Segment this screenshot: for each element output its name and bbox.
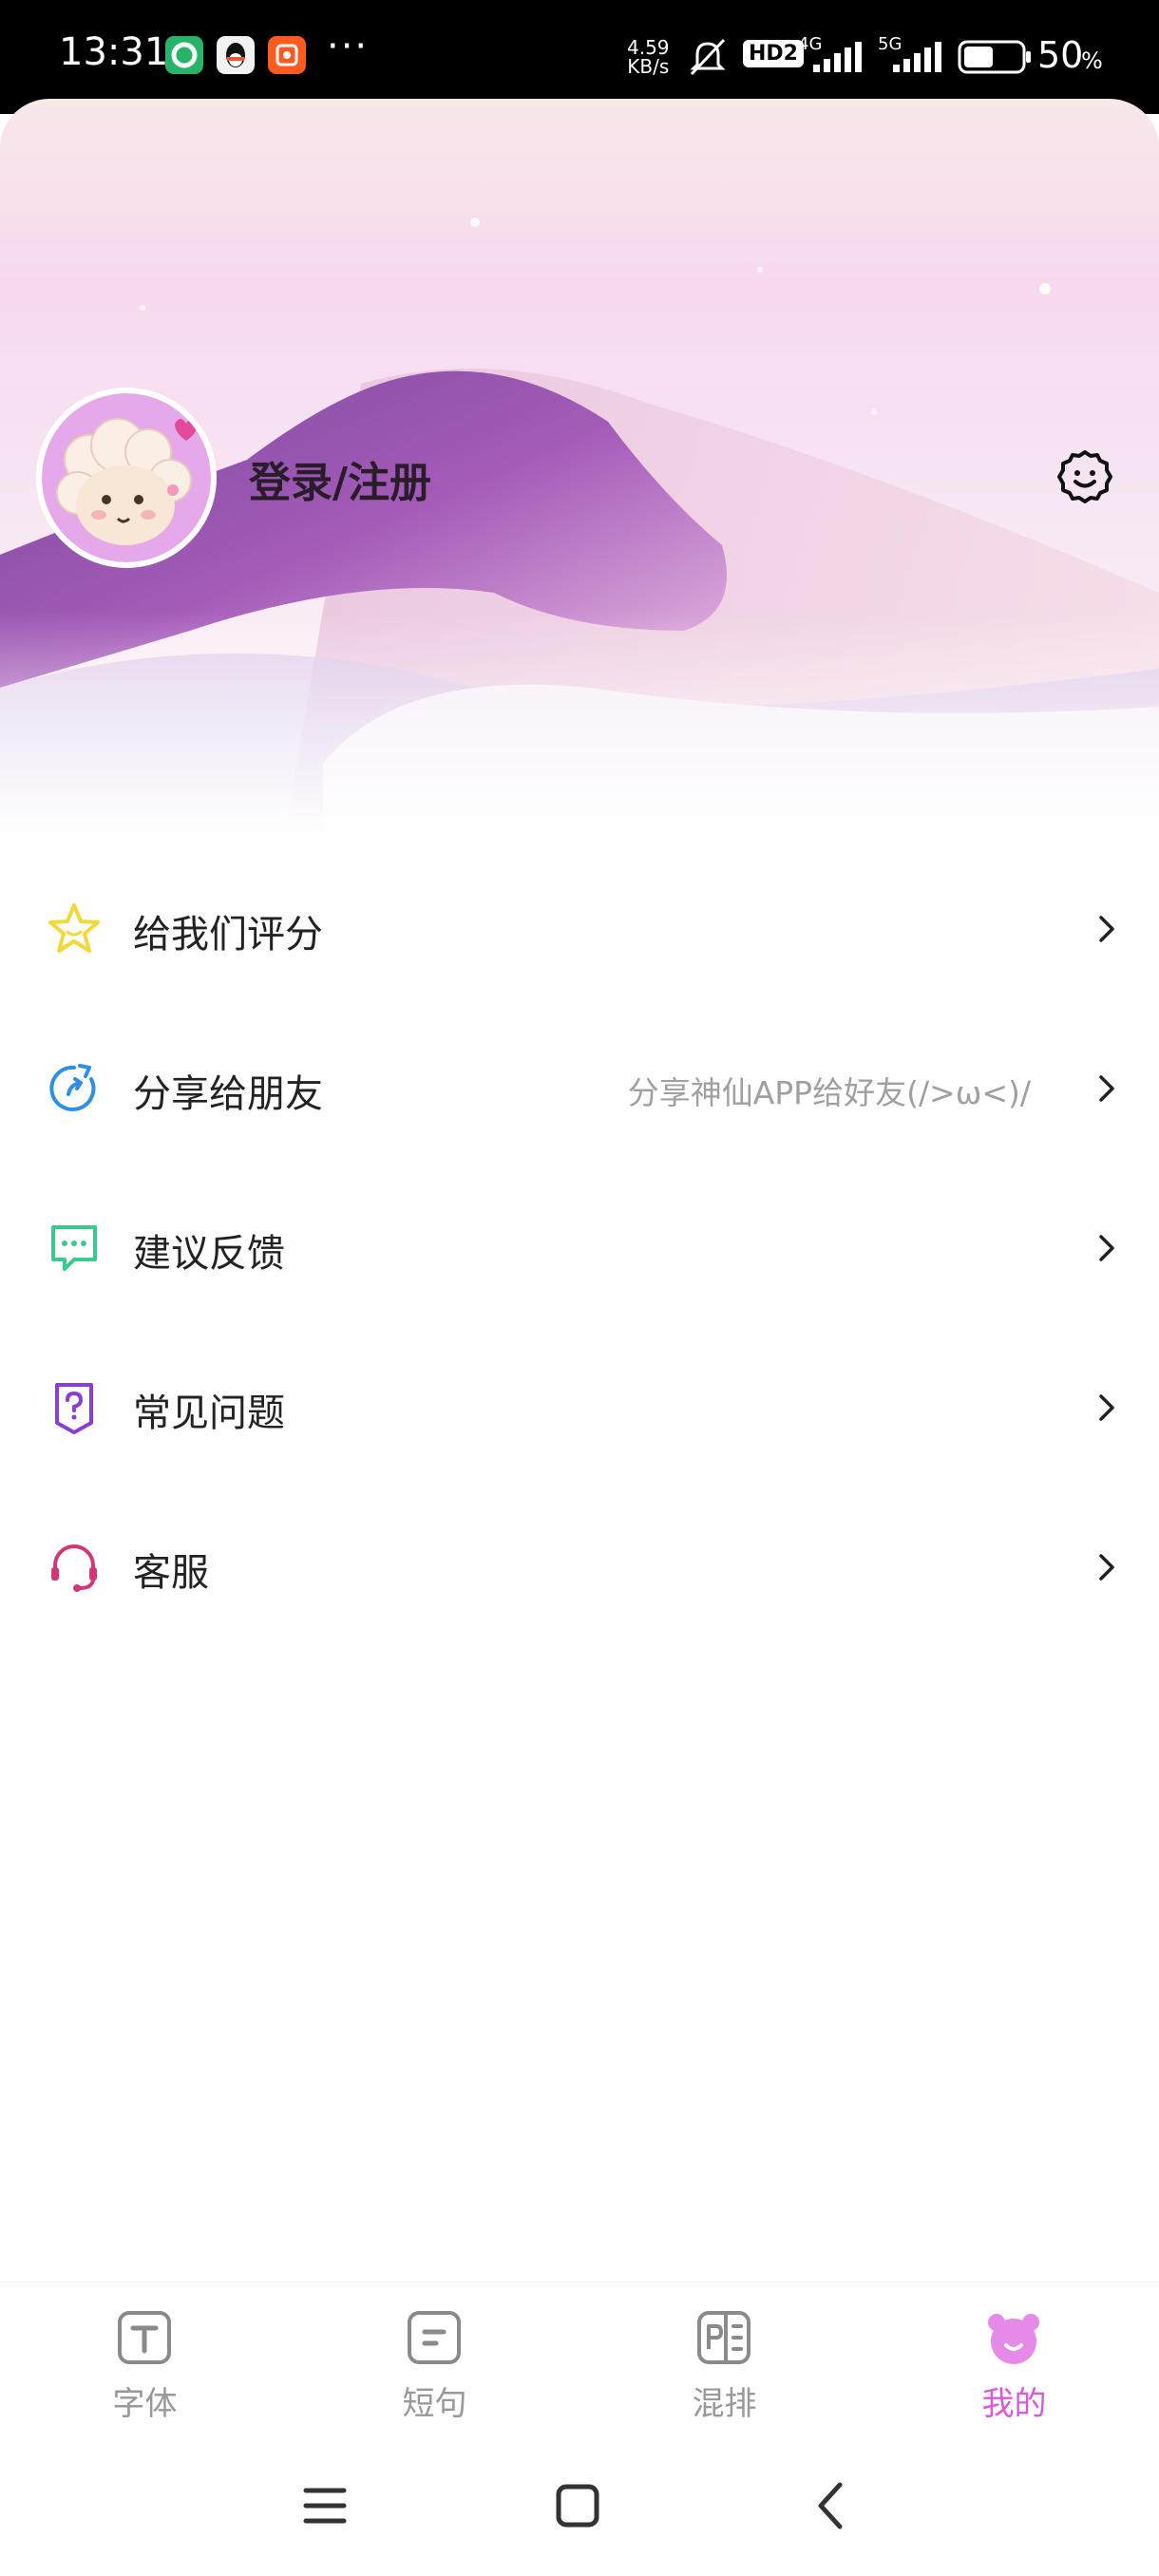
- home-icon[interactable]: [555, 2483, 600, 2529]
- menu-icon[interactable]: [302, 2485, 348, 2527]
- clock: 13:31: [59, 30, 169, 74]
- network-speed: 4.59 KB/s: [627, 38, 670, 76]
- signal-5g-icon: [893, 42, 941, 72]
- faq-item[interactable]: 常见问题: [0, 1328, 1159, 1487]
- more-notifications: ···: [327, 25, 370, 68]
- green-app-icon: [165, 36, 203, 74]
- customer-service-item[interactable]: 客服: [0, 1487, 1159, 1647]
- status-bar: 13:31 ··· 4.59 KB/s HD2 4G 5G 50 %: [0, 0, 1159, 114]
- login-register-link[interactable]: 登录/注册: [249, 448, 431, 509]
- menu-label: 客服: [133, 1551, 209, 1595]
- chevron-right-icon: [1099, 916, 1114, 942]
- chevron-right-icon: [1099, 1235, 1114, 1261]
- orange-app-icon: [268, 36, 306, 74]
- system-navigation-bar: [0, 2443, 1159, 2576]
- speed-unit: KB/s: [627, 55, 670, 78]
- tab-label: 我的: [981, 2385, 1047, 2423]
- feedback-icon: [51, 1225, 97, 1271]
- tab-mine[interactable]: 我的: [869, 2282, 1159, 2444]
- avatar[interactable]: [42, 393, 211, 562]
- bear-icon: [988, 2314, 1039, 2364]
- tab-label: 短句: [402, 2385, 467, 2423]
- sentence-icon: [408, 2311, 461, 2364]
- star-icon: [48, 903, 100, 953]
- share-friends-item[interactable]: 分享给朋友 分享神仙APP给好友(/>ω<)/: [0, 1009, 1159, 1168]
- menu-label: 分享给朋友: [133, 1072, 323, 1116]
- menu-hint: 分享神仙APP给好友(/>ω<)/: [627, 1074, 1031, 1111]
- tab-label: 字体: [112, 2385, 178, 2423]
- rate-us-item[interactable]: 给我们评分: [0, 849, 1159, 1009]
- share-icon: [49, 1064, 96, 1111]
- menu-label: 建议反馈: [133, 1232, 285, 1276]
- bottom-navigation: 字体 短句 混排 我的: [0, 2282, 1159, 2444]
- headset-icon: [51, 1544, 97, 1592]
- battery-icon: [958, 40, 1031, 74]
- menu-label: 常见问题: [133, 1392, 285, 1435]
- speed-value: 4.59: [627, 36, 670, 59]
- font-icon: [118, 2311, 171, 2364]
- back-icon[interactable]: [813, 2481, 847, 2530]
- hd-badge: HD2: [743, 40, 804, 67]
- tab-layout[interactable]: 混排: [580, 2282, 869, 2444]
- chevron-right-icon: [1099, 1554, 1114, 1581]
- layout-icon: [697, 2311, 750, 2364]
- settings-icon[interactable]: [1054, 446, 1115, 507]
- chevron-right-icon: [1099, 1394, 1114, 1421]
- battery-level: 50: [1037, 34, 1084, 76]
- tab-sentence[interactable]: 短句: [290, 2282, 580, 2444]
- menu-label: 给我们评分: [133, 913, 323, 957]
- tab-label: 混排: [692, 2385, 757, 2423]
- sheep-avatar-icon: [42, 393, 211, 562]
- battery-unit: %: [1081, 47, 1103, 74]
- feedback-item[interactable]: 建议反馈: [0, 1168, 1159, 1328]
- profile-header: 登录/注册: [0, 99, 1159, 836]
- chevron-right-icon: [1099, 1075, 1114, 1102]
- qq-icon: [217, 36, 255, 74]
- mute-icon: [690, 38, 726, 76]
- signal-icon: [813, 42, 862, 72]
- tab-font[interactable]: 字体: [0, 2282, 290, 2444]
- faq-icon: [55, 1383, 93, 1434]
